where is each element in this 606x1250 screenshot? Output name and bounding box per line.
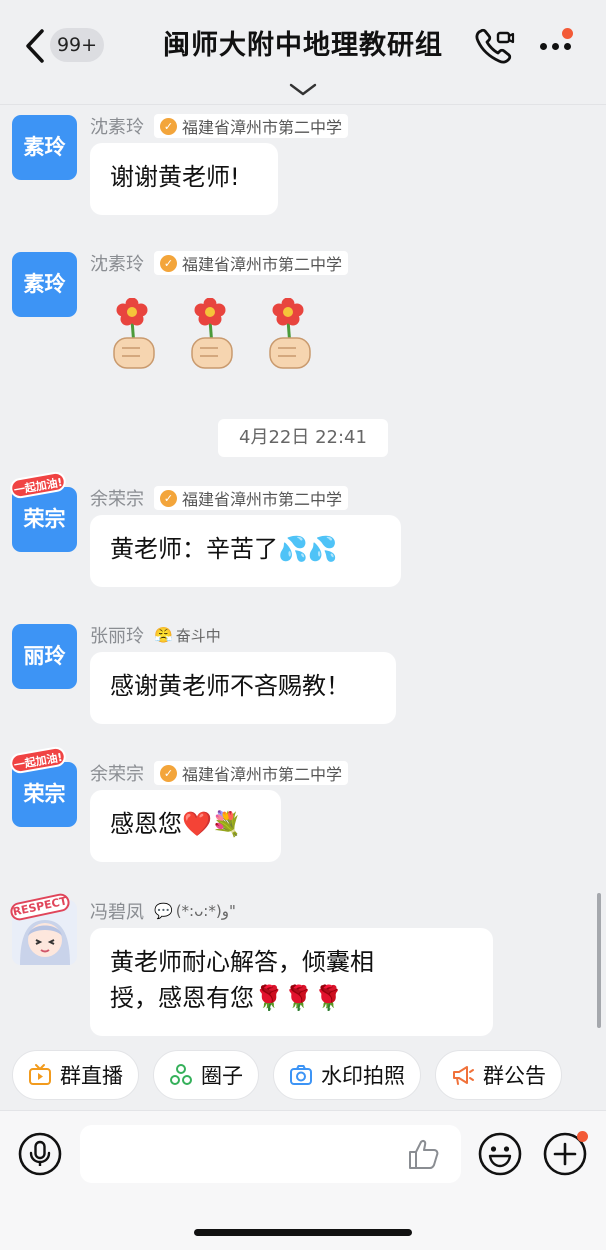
- message-input[interactable]: [80, 1125, 461, 1183]
- school-tag: ✓ 福建省漳州市第二中学: [154, 251, 349, 275]
- notification-dot: [577, 1131, 588, 1142]
- timestamp-divider: 4月22日 22:41: [218, 419, 388, 457]
- school-label: 福建省漳州市第二中学: [182, 118, 343, 137]
- hand-holding-flower-icon: [269, 298, 311, 369]
- message-bubble[interactable]: 谢谢黄老师!: [90, 143, 278, 215]
- megaphone-icon: [453, 1066, 474, 1085]
- circle-button[interactable]: 圈子: [153, 1050, 259, 1100]
- notification-dot: [562, 28, 573, 39]
- quick-action-label: 群直播: [60, 1064, 123, 1088]
- status-tag: 💬 (*:ᴗ:*)و": [154, 902, 236, 920]
- sender-row: 余荣宗 ✓ 福建省漳州市第二中学: [90, 760, 349, 786]
- thumbs-up-icon[interactable]: [406, 1137, 440, 1171]
- school-label: 福建省漳州市第二中学: [182, 490, 343, 509]
- group-call-icon[interactable]: [473, 26, 515, 66]
- status-emoji-icon: 😤: [154, 626, 173, 644]
- avatar-sticker: 一起加油!: [8, 745, 68, 775]
- avatar[interactable]: 丽玲: [12, 624, 77, 689]
- message-bubble[interactable]: 黄老师：辛苦了💦💦: [90, 515, 401, 587]
- avatar-label: 荣宗: [23, 507, 66, 531]
- sender-name[interactable]: 沈素玲: [90, 113, 144, 139]
- verified-check-icon: ✓: [160, 764, 177, 782]
- avatar[interactable]: 素玲: [12, 252, 77, 317]
- avatar-sticker: 一起加油!: [8, 470, 68, 500]
- sender-row: 张丽玲 😤 奋斗中: [90, 622, 221, 648]
- home-indicator[interactable]: [194, 1229, 412, 1236]
- speech-bubble-icon: 💬: [154, 902, 173, 920]
- more-options-icon[interactable]: [536, 28, 576, 62]
- chevron-down-icon[interactable]: [288, 82, 318, 98]
- verified-check-icon: ✓: [160, 254, 177, 272]
- scrollbar[interactable]: [597, 893, 601, 1028]
- avatar[interactable]: RESPECT: [8, 891, 77, 965]
- message-bubble[interactable]: 黄老师耐心解答，倾囊相 授，感恩有您🌹🌹🌹: [90, 928, 493, 1036]
- sender-name[interactable]: 沈素玲: [90, 250, 144, 276]
- avatar[interactable]: 荣宗 一起加油!: [8, 470, 77, 552]
- sender-name[interactable]: 余荣宗: [90, 485, 144, 511]
- quick-action-label: 圈子: [201, 1064, 243, 1088]
- verified-check-icon: ✓: [160, 489, 177, 507]
- school-tag: ✓ 福建省漳州市第二中学: [154, 761, 349, 785]
- chat-header: 99+ 闽师大附中地理教研组: [0, 0, 606, 105]
- circles-icon: [170, 1064, 192, 1085]
- school-label: 福建省漳州市第二中学: [182, 765, 343, 784]
- avatar[interactable]: 荣宗 一起加油!: [8, 745, 77, 827]
- hand-holding-flower-icon: [191, 298, 233, 369]
- avatar-label: 荣宗: [23, 782, 66, 806]
- quick-action-label: 水印拍照: [321, 1064, 405, 1088]
- school-tag: ✓ 福建省漳州市第二中学: [154, 114, 349, 138]
- sender-name[interactable]: 冯碧凤: [90, 898, 144, 924]
- verified-check-icon: ✓: [160, 117, 177, 135]
- quick-actions-bar: 群直播 圈子 水印拍照 群公告: [12, 1050, 562, 1100]
- message-bubble[interactable]: 感恩您❤️💐: [90, 790, 281, 862]
- tv-icon: [29, 1064, 51, 1085]
- quick-action-label: 群公告: [483, 1064, 546, 1088]
- voice-mic-icon[interactable]: [18, 1132, 62, 1176]
- sender-name[interactable]: 张丽玲: [90, 622, 144, 648]
- avatar[interactable]: 素玲: [12, 115, 77, 180]
- group-title[interactable]: 闽师大附中地理教研组: [120, 26, 486, 66]
- sender-row: 沈素玲 ✓ 福建省漳州市第二中学: [90, 113, 349, 139]
- hand-holding-flower-icon: [113, 298, 155, 369]
- status-tag: 😤 奋斗中: [154, 625, 221, 646]
- watermark-camera-button[interactable]: 水印拍照: [273, 1050, 421, 1100]
- group-live-button[interactable]: 群直播: [12, 1050, 139, 1100]
- message-line: 授，感恩有您🌹🌹🌹: [110, 984, 344, 1012]
- message-line: 黄老师耐心解答，倾囊相: [110, 948, 374, 976]
- message-bubble[interactable]: 感谢黄老师不吝赐教！: [90, 652, 396, 724]
- sender-name[interactable]: 余荣宗: [90, 760, 144, 786]
- status-label: (*:ᴗ:*)و": [175, 902, 236, 920]
- school-tag: ✓ 福建省漳州市第二中学: [154, 486, 349, 510]
- camera-icon: [290, 1065, 312, 1085]
- flower-emoji-message[interactable]: [110, 298, 314, 376]
- sender-row: 沈素玲 ✓ 福建省漳州市第二中学: [90, 250, 349, 276]
- group-announcement-button[interactable]: 群公告: [435, 1050, 562, 1100]
- sender-row: 余荣宗 ✓ 福建省漳州市第二中学: [90, 485, 349, 511]
- status-label: 奋斗中: [175, 626, 221, 645]
- unread-count-badge[interactable]: 99+: [50, 28, 104, 62]
- sender-row: 冯碧凤 💬 (*:ᴗ:*)و": [90, 898, 236, 924]
- emoji-icon[interactable]: [478, 1132, 522, 1176]
- school-label: 福建省漳州市第二中学: [182, 255, 343, 274]
